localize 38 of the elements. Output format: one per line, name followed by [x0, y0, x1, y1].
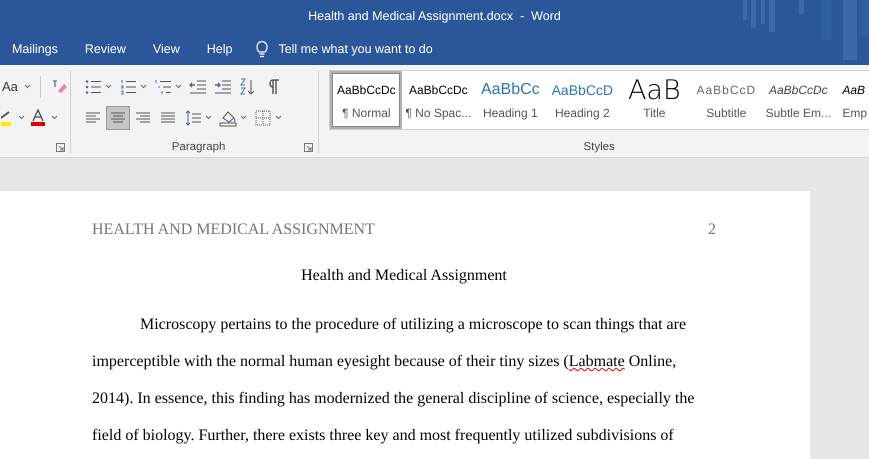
multilevel-icon — [154, 78, 172, 96]
window-title: Health and Medical Assignment.docx - Word — [308, 9, 561, 23]
group-label: Styles — [583, 141, 615, 153]
caret-icon — [240, 115, 247, 120]
highlighter-icon[interactable] — [1, 108, 13, 126]
caret-icon — [174, 84, 182, 89]
indent-icon — [214, 78, 232, 96]
outdent-icon — [188, 78, 207, 96]
tell-me-field[interactable]: Tell me what you want to do — [278, 42, 433, 56]
font-color-icon[interactable] — [30, 108, 46, 126]
change-case-button[interactable]: Aa — [1, 77, 19, 96]
body-paragraph: Microscopy pertains to the procedure of utilizing a microscope to scan things that are imperceptible with the normal human eyesight because of their tiny sizes (Labmate Online, 2014). In essence, this finding has modernized the general discipline of science, especially the field of biology. Further, there exists three key and most frequently utilized subdivisions of — [92, 315, 696, 446]
shading-icon — [218, 108, 237, 126]
running-header: HEALTH AND MEDICAL ASSIGNMENT — [92, 221, 375, 239]
document-title: Health and Medical Assignment — [301, 267, 507, 284]
caret-icon — [274, 115, 282, 120]
group-label: Paragraph — [172, 141, 226, 153]
caret-icon — [51, 115, 58, 120]
ribbon-tab[interactable]: Review — [76, 42, 134, 56]
caret-icon — [204, 115, 212, 120]
page-number: 2 — [708, 221, 716, 239]
dialog-launcher-icon[interactable] — [304, 143, 314, 152]
caret-icon — [24, 84, 31, 89]
lightbulb-icon — [255, 40, 270, 58]
ribbon-tab[interactable]: View — [144, 42, 188, 56]
numbering-icon — [118, 78, 137, 96]
dialog-launcher-icon[interactable] — [56, 143, 65, 152]
bullets-icon — [84, 78, 102, 96]
style-option[interactable]: AaBbCcDc ¶ Normal — [330, 71, 402, 129]
borders-icon — [254, 108, 272, 126]
align-center-button[interactable] — [106, 106, 130, 130]
ribbon-tab[interactable]: Help — [198, 42, 240, 56]
line-spacing-icon — [184, 108, 202, 126]
caret-icon — [18, 115, 25, 120]
caret-icon — [104, 84, 112, 89]
ribbon-tab[interactable]: Mailings — [4, 42, 66, 56]
caret-icon — [140, 84, 147, 89]
sort-icon — [238, 78, 257, 96]
